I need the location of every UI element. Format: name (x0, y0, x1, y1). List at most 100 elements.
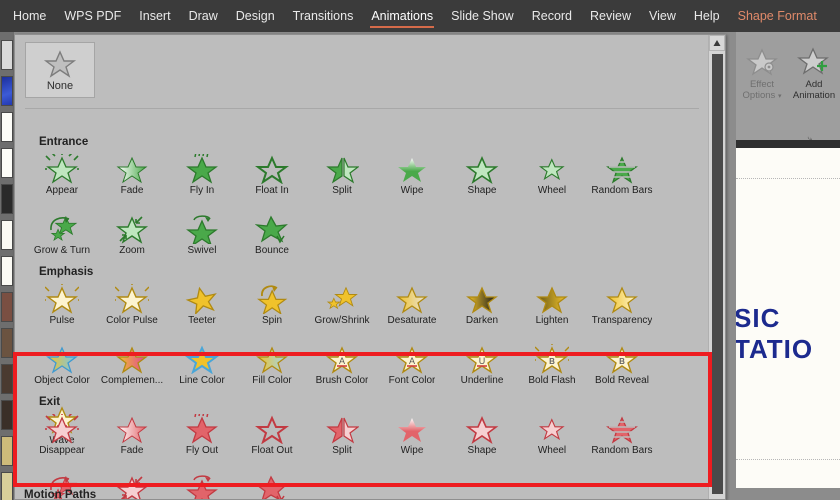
scrollbar-thumb[interactable] (712, 54, 723, 494)
animation-item-label: Appear (45, 185, 79, 196)
animation-item-underline[interactable]: U Underline (447, 339, 517, 399)
ribbon-tab-shape-format[interactable]: Shape Format (729, 0, 826, 32)
star-shape-icon (465, 416, 499, 444)
ribbon-tab-view[interactable]: View (640, 0, 685, 32)
ribbon-tab-help[interactable]: Help (685, 0, 729, 32)
slide-thumbnail[interactable] (1, 40, 13, 70)
star-pulse-icon (45, 284, 79, 314)
slide-thumbnail[interactable] (1, 364, 13, 394)
ribbon-tab-animations[interactable]: Animations (362, 0, 442, 32)
animation-item-bounce[interactable]: Bounce (237, 469, 307, 499)
star-flylines-icon (186, 414, 218, 444)
ribbon-tab-draw[interactable]: Draw (180, 0, 227, 32)
animation-item-brush-color[interactable]: A Brush Color (307, 339, 377, 399)
animation-item-split[interactable]: Split (307, 409, 377, 469)
animation-item-spin[interactable]: Spin (237, 279, 307, 339)
animation-item-shape[interactable]: Shape (447, 409, 517, 469)
animation-item-zoom[interactable]: Zoom (97, 209, 167, 269)
slide-thumbnail[interactable] (1, 148, 13, 178)
star-lighten-icon (536, 286, 568, 314)
animation-item-grow-shrink[interactable]: Grow/Shrink (307, 279, 377, 339)
animation-item-float-out[interactable]: Float Out (237, 409, 307, 469)
slide-canvas[interactable]: SIC TATIO (736, 148, 840, 488)
slide-thumbnail-panel[interactable] (0, 32, 14, 500)
animation-item-bounce[interactable]: Bounce (237, 209, 307, 269)
slide-thumbnail[interactable] (1, 436, 13, 466)
effect-options-button[interactable]: Effect Options ▾ (736, 32, 788, 136)
star-spin-icon (256, 285, 288, 314)
animation-item-appear[interactable]: Appear (27, 149, 97, 209)
slide-thumbnail[interactable] (1, 112, 13, 142)
star-darken-icon (466, 286, 498, 314)
ribbon-tab-insert[interactable]: Insert (130, 0, 179, 32)
animation-item-fill-color[interactable]: Fill Color (237, 339, 307, 399)
animation-item-wheel[interactable]: Wheel (517, 409, 587, 469)
star-wheel-icon (538, 418, 565, 441)
slide-thumbnail[interactable] (1, 292, 13, 322)
animation-item-wipe[interactable]: Wipe (377, 409, 447, 469)
animation-item-random-bars[interactable]: Random Bars (587, 149, 657, 209)
animation-item-label: Fill Color (252, 375, 292, 386)
star-swivel-icon (186, 215, 218, 244)
animation-item-shape[interactable]: Shape (447, 149, 517, 209)
slide-thumbnail[interactable] (1, 220, 13, 250)
animation-item-label: Fade (120, 185, 144, 196)
slide-thumbnail[interactable] (1, 328, 13, 358)
star-brush-color-icon: A (325, 346, 359, 374)
ribbon-tab-transitions[interactable]: Transitions (284, 0, 363, 32)
slide-thumbnail[interactable] (1, 400, 13, 430)
scroll-up-arrow-icon[interactable] (709, 35, 725, 51)
ribbon-tab-review[interactable]: Review (581, 0, 640, 32)
animation-item-font-color[interactable]: A Font Color (377, 339, 447, 399)
gallery-scrollbar[interactable] (708, 35, 725, 499)
animation-item-bold-flash[interactable]: B Bold Flash (517, 339, 587, 399)
animation-item-zoom[interactable]: Zoom (97, 469, 167, 499)
ribbon-tab-slide-show[interactable]: Slide Show (442, 0, 523, 32)
star-zoom-icon (115, 216, 149, 244)
animation-item-bold-reveal[interactable]: B Bold Reveal (587, 339, 657, 399)
star-outline-icon (255, 415, 289, 444)
animation-item-complemen[interactable]: Complemen... (97, 339, 167, 399)
star-color-pulse-icon (115, 284, 149, 314)
animation-item-disappear[interactable]: Disappear (27, 409, 97, 469)
animation-item-split[interactable]: Split (307, 149, 377, 209)
animation-item-fade[interactable]: Fade (97, 149, 167, 209)
animation-item-fly-out[interactable]: Fly Out (167, 409, 237, 469)
powerpoint-window: SIC TATIO Effect Options ▾ Add Animation (0, 0, 840, 500)
effect-options-label-line2: Options (742, 90, 776, 101)
animation-item-label: Disappear (39, 445, 85, 456)
animation-item-fly-in[interactable]: Fly In (167, 149, 237, 209)
animation-item-swivel[interactable]: Swivel (167, 469, 237, 499)
slide-thumbnail[interactable] (1, 256, 13, 286)
slide-thumbnail[interactable] (1, 472, 13, 500)
animation-item-grow-turn[interactable]: Grow & Turn (27, 209, 97, 269)
ribbon-tab-design[interactable]: Design (227, 0, 284, 32)
animation-item-lighten[interactable]: Lighten (517, 279, 587, 339)
animation-none-button[interactable]: None (25, 42, 95, 98)
animation-item-label: Spin (261, 315, 282, 326)
animation-item-transparency[interactable]: Transparency (587, 279, 657, 339)
animation-item-wipe[interactable]: Wipe (377, 149, 447, 209)
ribbon-tab-wps-pdf[interactable]: WPS PDF (55, 0, 130, 32)
animation-item-wheel[interactable]: Wheel (517, 149, 587, 209)
animation-item-darken[interactable]: Darken (447, 279, 517, 339)
add-animation-button[interactable]: Add Animation (788, 32, 840, 136)
ribbon-tab-home[interactable]: Home (4, 0, 55, 32)
animation-item-label: Fly Out (185, 445, 219, 456)
slide-thumbnail[interactable] (1, 76, 13, 106)
gallery-divider (25, 108, 699, 109)
ribbon-tab-record[interactable]: Record (523, 0, 581, 32)
slide-thumbnail[interactable] (1, 184, 13, 214)
animation-item-float-in[interactable]: Float In (237, 149, 307, 209)
animation-item-color-pulse[interactable]: Color Pulse (97, 279, 167, 339)
animation-item-swivel[interactable]: Swivel (167, 209, 237, 269)
animation-item-line-color[interactable]: Line Color (167, 339, 237, 399)
animation-item-object-color[interactable]: Object Color (27, 339, 97, 399)
animation-item-teeter[interactable]: Teeter (167, 279, 237, 339)
animation-item-random-bars[interactable]: Random Bars (587, 409, 657, 469)
animation-item-fade[interactable]: Fade (97, 409, 167, 469)
animation-item-desaturate[interactable]: Desaturate (377, 279, 447, 339)
animation-item-label: Wheel (537, 445, 567, 456)
animation-item-pulse[interactable]: Pulse (27, 279, 97, 339)
animation-gallery-dropdown[interactable]: None Entrance Appear Fade Fly In Float In Sp… (14, 34, 726, 500)
